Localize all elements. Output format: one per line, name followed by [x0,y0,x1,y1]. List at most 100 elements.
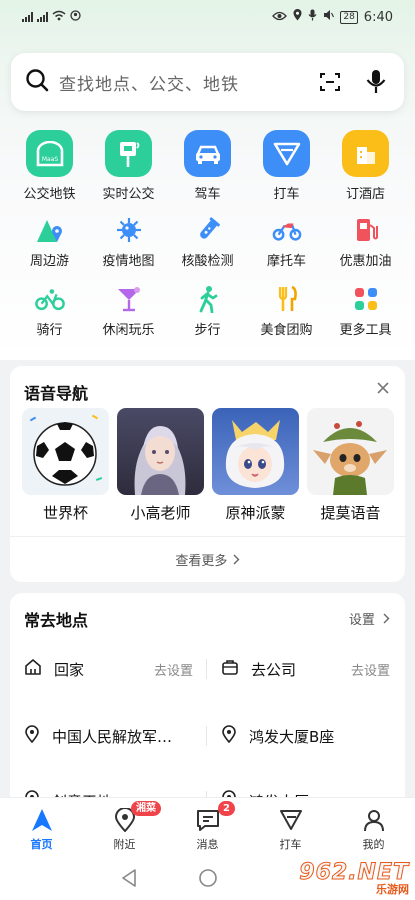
briefcase-icon [221,658,239,680]
grid-label: 打车 [273,187,300,202]
place-name: 中国人民解放军… [52,727,173,746]
mic-icon [308,9,317,25]
grid-label: 驾车 [194,187,221,202]
frequent-places-title: 常去地点 [24,611,89,630]
clock: 6:40 [363,9,393,25]
nav-home[interactable]: 首页 [0,798,83,859]
food-icon [272,284,302,314]
nav-messages[interactable]: 2 消息 [166,798,249,859]
search-icon [25,68,49,96]
nearby-badge: 湘菜 [131,801,161,816]
grid-item-leisure[interactable]: 休闲玩乐 [89,284,168,344]
virus-icon [114,215,144,245]
grid-item-walk[interactable]: 步行 [168,284,247,344]
nav-label: 我的 [362,838,385,851]
home-circle-icon[interactable] [198,868,218,892]
voice-item-teacher-gao[interactable]: 小高老师 [117,408,204,523]
search-input[interactable]: 查找地点、公交、地铁 [59,70,298,95]
metro-icon: MaaS [26,130,73,177]
grid-item-epidemic-map[interactable]: 疫情地图 [89,215,168,275]
place-row: 中国人民解放军… 鸿发大厦B座 [10,718,405,754]
signal-icon [22,12,33,22]
voice-search-icon[interactable] [362,68,390,96]
svg-text:MaaS: MaaS [41,156,58,163]
grid-item-more-tools[interactable]: 更多工具 [326,284,405,344]
voice-item-paimon[interactable]: 原神派蒙 [212,408,299,523]
back-icon[interactable] [120,868,138,892]
notification-icon [70,10,81,24]
location-icon [293,9,302,25]
signal-icon [37,12,48,22]
grid-item-cycling[interactable]: 骑行 [10,284,89,344]
voice-nav-card: 语音导航 世界杯 小高老师 原神派蒙 提莫语音 查看更多 [10,366,405,582]
test-tube-icon [193,215,223,245]
place-item[interactable]: 中国人民解放军… [10,718,207,754]
character-portrait-image [117,408,204,495]
grid-item-drive[interactable]: 驾车 [168,130,247,206]
nav-profile[interactable]: 我的 [332,798,415,859]
grid-label: 更多工具 [339,323,392,338]
watermark-subtitle: 乐游网 [376,883,409,896]
voice-item-world-cup[interactable]: 世界杯 [22,408,109,523]
gas-pump-icon [351,215,381,245]
grid-item-hotel[interactable]: 订酒店 [326,130,405,206]
nav-label: 附近 [113,838,136,851]
watermark-logo: 962.NET 乐游网 [281,860,409,898]
grid-item-motorcycle[interactable]: 摩托车 [247,215,326,275]
see-more-link[interactable]: 查看更多 [10,550,405,569]
see-more-label: 查看更多 [175,554,228,569]
grid-label: 步行 [194,323,221,338]
place-company[interactable]: 去公司 去设置 [207,651,404,687]
walk-icon [193,284,223,314]
nav-label: 首页 [30,838,53,851]
voice-item-teemo[interactable]: 提莫语音 [307,408,394,523]
feature-grid: MaaS 公交地铁 实时公交 驾车 打车 订酒店 周边游 疫情地图 核酸检测 摩… [10,130,405,344]
nav-taxi[interactable]: 打车 [249,798,332,859]
profile-icon [361,807,387,833]
nav-label: 打车 [279,838,302,851]
location-pin-icon [24,725,40,747]
grid-item-food-deals[interactable]: 美食团购 [247,284,326,344]
grid-item-nearby-travel[interactable]: 周边游 [10,215,89,275]
cocktail-icon [114,284,144,314]
nav-nearby[interactable]: 湘菜 附近 [83,798,166,859]
place-item[interactable]: 鸿发大厦B座 [207,718,404,754]
teemo-image [307,408,394,495]
place-name: 去公司 [251,660,297,679]
location-pin-icon [221,725,237,747]
search-bar[interactable]: 查找地点、公交、地铁 [11,53,404,111]
watermark-number: 962.NET [299,860,409,885]
chevron-right-icon [383,613,390,624]
message-icon [195,807,221,833]
place-home[interactable]: 回家 去设置 [10,651,207,687]
grid-label: 订酒店 [345,187,385,202]
set-place-button[interactable]: 去设置 [351,660,390,679]
places-settings-link[interactable]: 设置 [349,609,391,628]
bottom-nav: 首页 湘菜 附近 2 消息 打车 我的 [0,797,415,859]
grid-item-metro[interactable]: MaaS 公交地铁 [10,130,89,206]
voice-nav-title: 语音导航 [24,384,89,403]
grid-label: 摩托车 [266,254,306,269]
grid-label: 核酸检测 [181,254,234,269]
mountain-icon [35,215,65,245]
soccer-ball-image [22,408,109,495]
close-icon[interactable] [375,380,391,396]
status-bar: 28 6:40 [0,0,415,34]
grid-item-fuel-discount[interactable]: 优惠加油 [326,215,405,275]
paimon-image [212,408,299,495]
grid-item-taxi[interactable]: 打车 [247,130,326,206]
mute-icon [323,9,335,25]
wifi-icon [52,10,66,24]
grid-item-nucleic-test[interactable]: 核酸检测 [168,215,247,275]
grid-label: 休闲玩乐 [102,323,155,338]
chevron-right-icon [232,554,240,569]
set-place-button[interactable]: 去设置 [154,660,193,679]
place-name: 鸿发大厦B座 [249,727,335,746]
grid-item-realtime-bus[interactable]: 实时公交 [89,130,168,206]
more-tools-icon [351,284,381,314]
message-badge: 2 [218,801,235,816]
taxi-nav-icon [278,807,304,833]
eye-icon [272,10,288,25]
grid-label: 公交地铁 [23,187,76,202]
scan-icon[interactable] [316,68,344,96]
